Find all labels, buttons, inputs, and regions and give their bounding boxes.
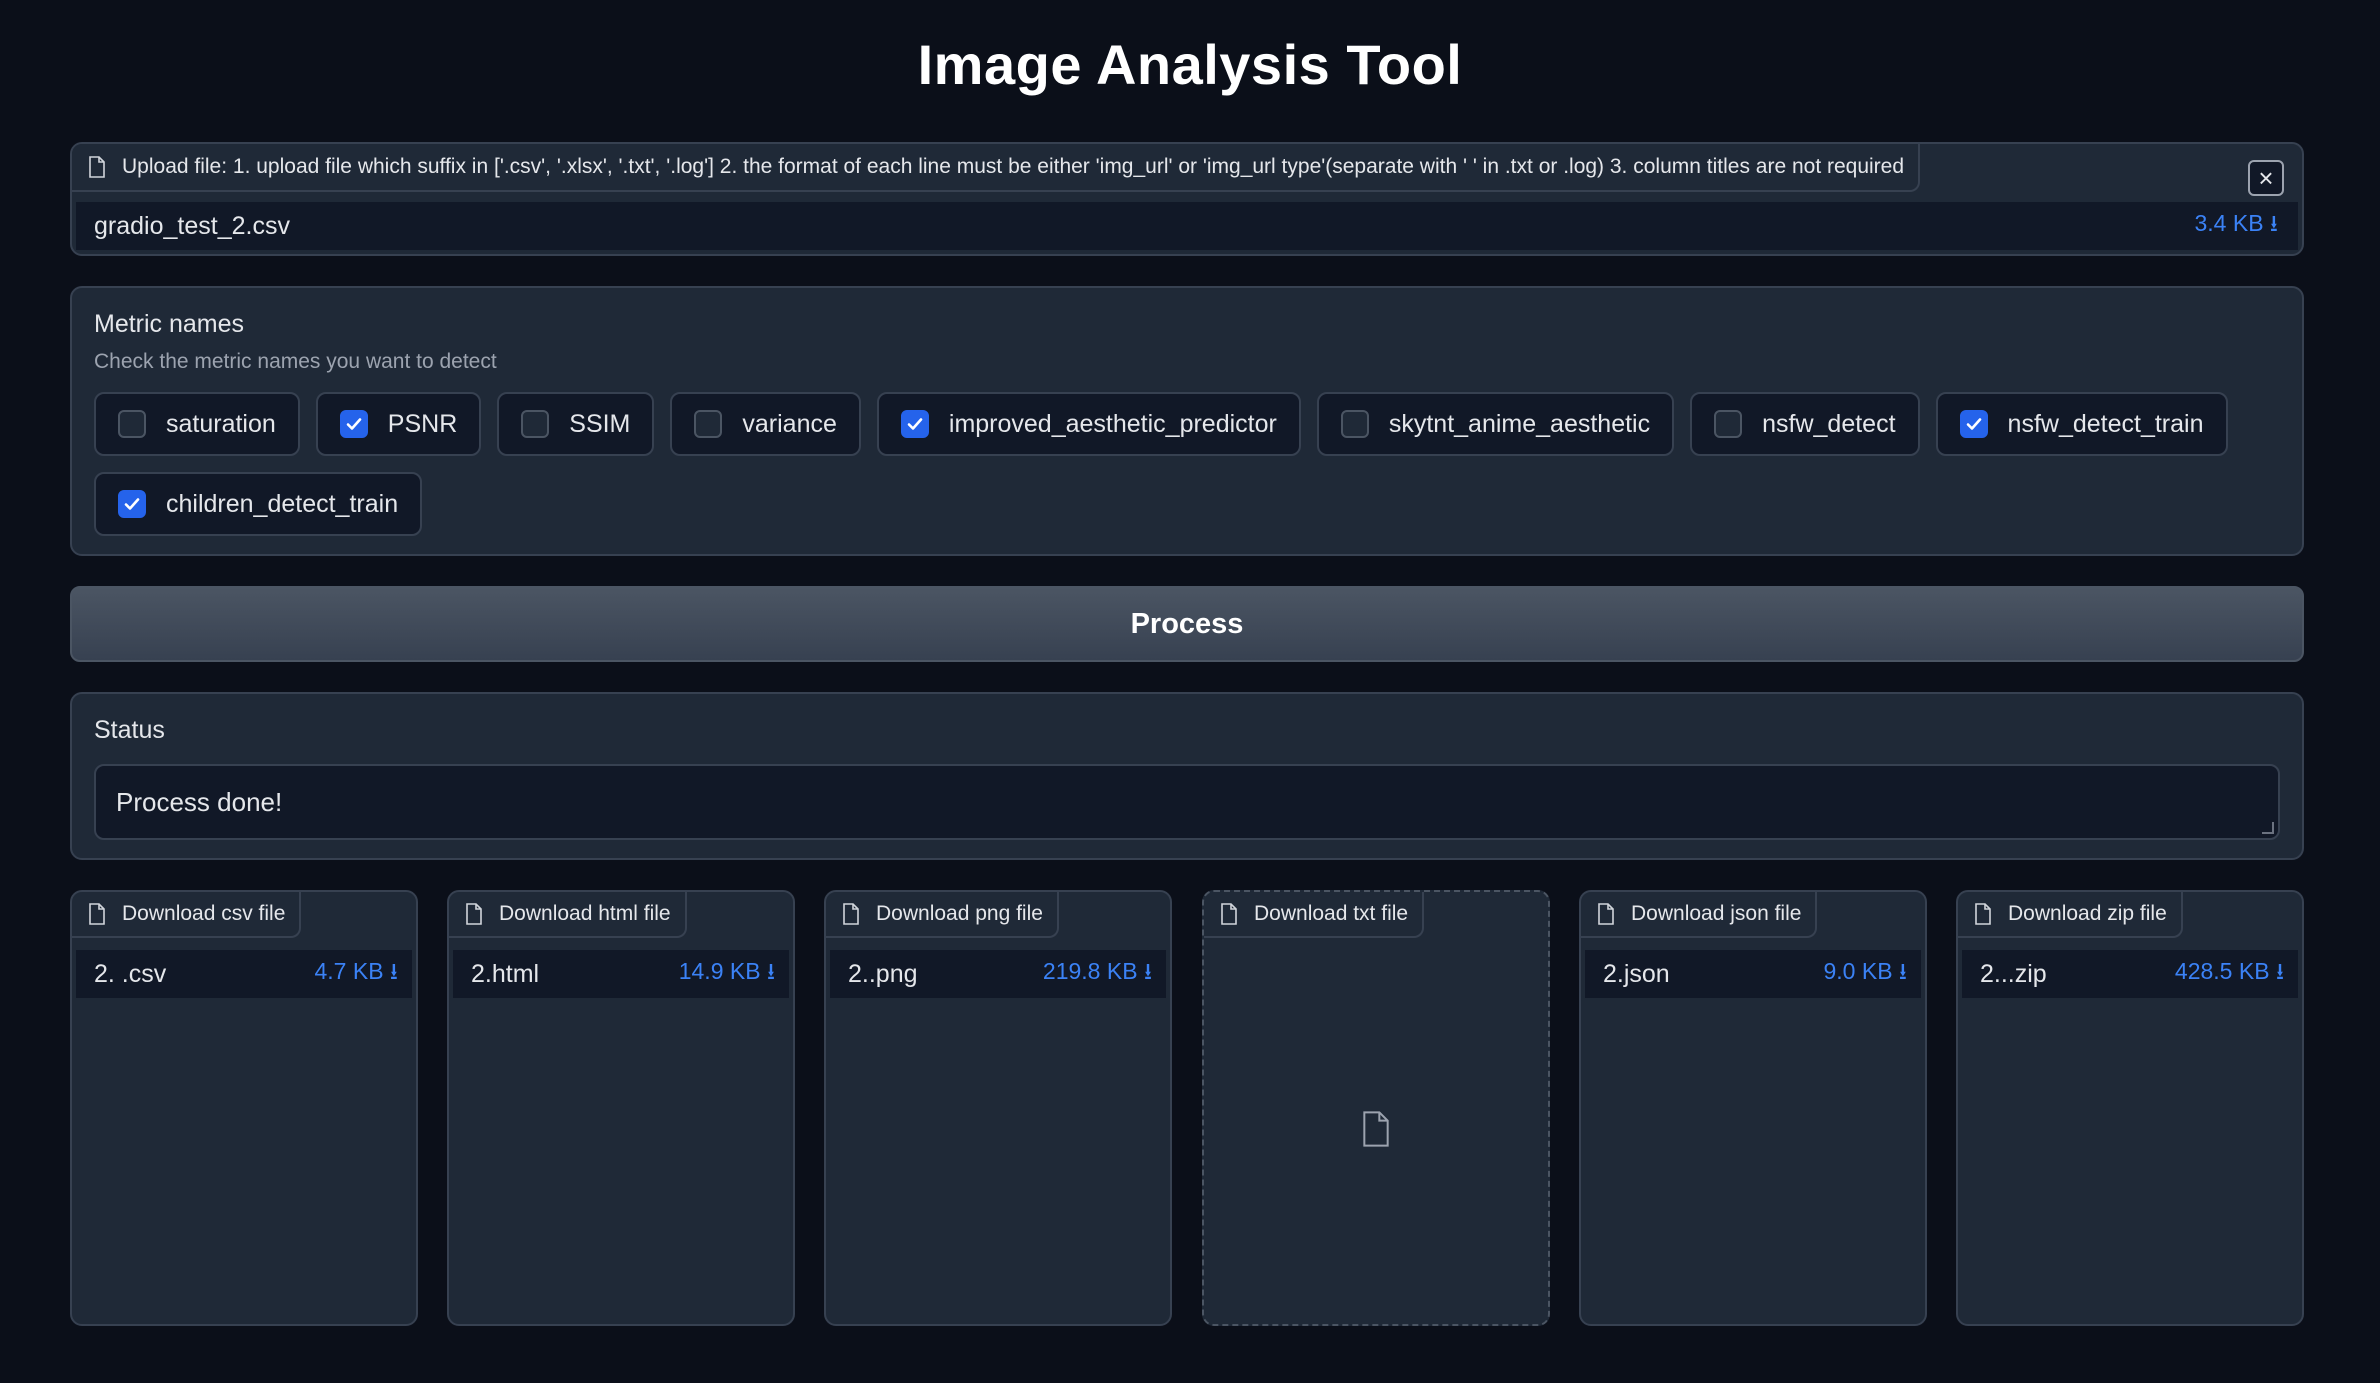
download-card-label: Download json file [1581,892,1818,938]
upload-file-label: Upload file: 1. upload file which suffix… [72,144,1921,192]
download-file-name: 2.json [1603,959,1670,988]
download-card-label: Download zip file [1958,892,2183,938]
uploaded-file-name: gradio_test_2.csv [94,211,290,240]
metric-checkbox-skytnt-anime-aesthetic[interactable]: skytnt_anime_aesthetic [1316,392,1675,456]
page-title: Image Analysis Tool [917,33,1463,96]
metric-checkbox-label: saturation [166,409,276,438]
download-card-2[interactable]: Download png file 2..png 219.8 KB ⭳ [824,890,1172,1326]
download-file-row[interactable]: 2...zip 428.5 KB ⭳ [1962,950,2298,998]
checkbox-unchecked[interactable] [694,410,723,438]
check-icon [1966,418,1981,430]
metric-checkbox-label: nsfw_detect_train [2007,409,2204,438]
clear-file-button[interactable]: × [2248,160,2284,196]
close-icon: × [2258,163,2274,193]
download-file-name: 2...zip [1980,959,2047,988]
status-label: Status [94,716,165,744]
metric-checkbox-psnr[interactable]: PSNR [315,392,482,456]
metric-names-info: Check the metric names you want to detec… [94,350,497,373]
metric-checkbox-variance[interactable]: variance [670,392,861,456]
download-file-row[interactable]: 2.html 14.9 KB ⭳ [453,950,789,998]
file-icon [1598,903,1614,925]
download-card-label-text: Download json file [1631,902,1802,925]
metric-checkbox-label: PSNR [387,409,458,438]
download-card-label-text: Download txt file [1254,902,1409,925]
checkbox-unchecked[interactable] [521,410,550,438]
uploaded-file-download-link[interactable]: 3.4 KB ⭳ [2195,207,2279,246]
download-file-row[interactable]: 2..png 219.8 KB ⭳ [830,950,1166,998]
check-icon [346,418,362,430]
upload-file-label-text: Upload file: 1. upload file which suffix… [122,155,1905,178]
file-icon [89,156,105,178]
download-file-link[interactable]: 4.7 KB ⭳ [315,955,399,994]
metric-checkbox-children-detect-train[interactable]: children_detect_train [94,472,423,536]
check-icon [124,498,140,510]
download-file-link[interactable]: 14.9 KB ⭳ [679,955,775,994]
download-file-row[interactable]: 2. .csv 4.7 KB ⭳ [76,950,412,998]
file-icon [466,903,482,925]
checkbox-unchecked[interactable] [1714,410,1743,438]
checkbox-unchecked[interactable] [118,410,146,438]
download-card-label-text: Download csv file [122,902,286,925]
download-card-label: Download html file [449,892,687,938]
download-file-link[interactable]: 428.5 KB ⭳ [2175,955,2284,994]
metric-checkbox-group: saturation PSNR SSIM variance improved_aesth… [94,392,2280,536]
metric-checkbox-nsfw-detect[interactable]: nsfw_detect [1690,392,1920,456]
checkbox-checked[interactable] [900,410,929,438]
metric-checkbox-label: variance [742,409,837,438]
metric-checkbox-label: children_detect_train [166,489,399,518]
download-file-name: 2. .csv [94,959,167,988]
status-textbox[interactable]: Process done! [94,764,2280,840]
metric-names-panel: Metric names Check the metric names you … [70,286,2304,556]
checkbox-checked[interactable] [339,410,368,438]
checkbox-unchecked[interactable] [1340,410,1369,438]
download-card-label-text: Download html file [499,902,671,925]
download-file-name: 2.html [471,959,540,988]
download-card-1[interactable]: Download html file 2.html 14.9 KB ⭳ [447,890,795,1326]
upload-file-panel[interactable]: Upload file: 1. upload file which suffix… [70,142,2304,256]
metric-names-title: Metric names [94,310,245,338]
file-icon [1975,903,1991,925]
download-card-label: Download csv file [72,892,302,938]
download-file-row[interactable]: 2.json 9.0 KB ⭳ [1585,950,1921,998]
checkbox-checked[interactable] [1959,410,1988,438]
metric-checkbox-label: improved_aesthetic_predictor [948,409,1277,438]
download-card-5[interactable]: Download zip file 2...zip 428.5 KB ⭳ [1956,890,2304,1326]
download-card-label-text: Download zip file [2008,902,2167,925]
download-file-link[interactable]: 9.0 KB ⭳ [1824,955,1908,994]
download-card-label: Download txt file [1204,892,1425,938]
download-file-name: 2..png [848,959,918,988]
download-card-label-text: Download png file [876,902,1043,925]
metric-checkbox-ssim[interactable]: SSIM [497,392,655,456]
download-card-label: Download png file [826,892,1059,938]
file-icon [1221,903,1237,925]
metric-checkbox-label: SSIM [569,409,631,438]
status-panel: Status Process done! [70,692,2304,860]
check-icon [907,418,923,430]
download-file-link[interactable]: 219.8 KB ⭳ [1043,955,1152,994]
empty-file-icon [1363,1111,1389,1147]
download-card-4[interactable]: Download json file 2.json 9.0 KB ⭳ [1579,890,1927,1326]
download-card-0[interactable]: Download csv file 2. .csv 4.7 KB ⭳ [70,890,418,1326]
uploaded-file-row[interactable]: gradio_test_2.csv 3.4 KB ⭳ [76,202,2298,250]
metric-checkbox-saturation[interactable]: saturation [94,392,300,456]
file-icon [89,903,105,925]
metric-checkbox-nsfw-detect-train[interactable]: nsfw_detect_train [1935,392,2228,456]
status-text: Process done! [116,786,283,817]
checkbox-checked[interactable] [118,490,146,518]
process-button[interactable]: Process [70,586,2304,662]
metric-checkbox-label: nsfw_detect [1762,409,1896,438]
metric-checkbox-label: skytnt_anime_aesthetic [1388,409,1651,438]
download-card-3[interactable]: Download txt file [1202,890,1550,1326]
resize-handle-icon[interactable] [2262,822,2274,834]
file-icon [843,903,859,925]
metric-checkbox-improved-aesthetic-predictor[interactable]: improved_aesthetic_predictor [876,392,1301,456]
